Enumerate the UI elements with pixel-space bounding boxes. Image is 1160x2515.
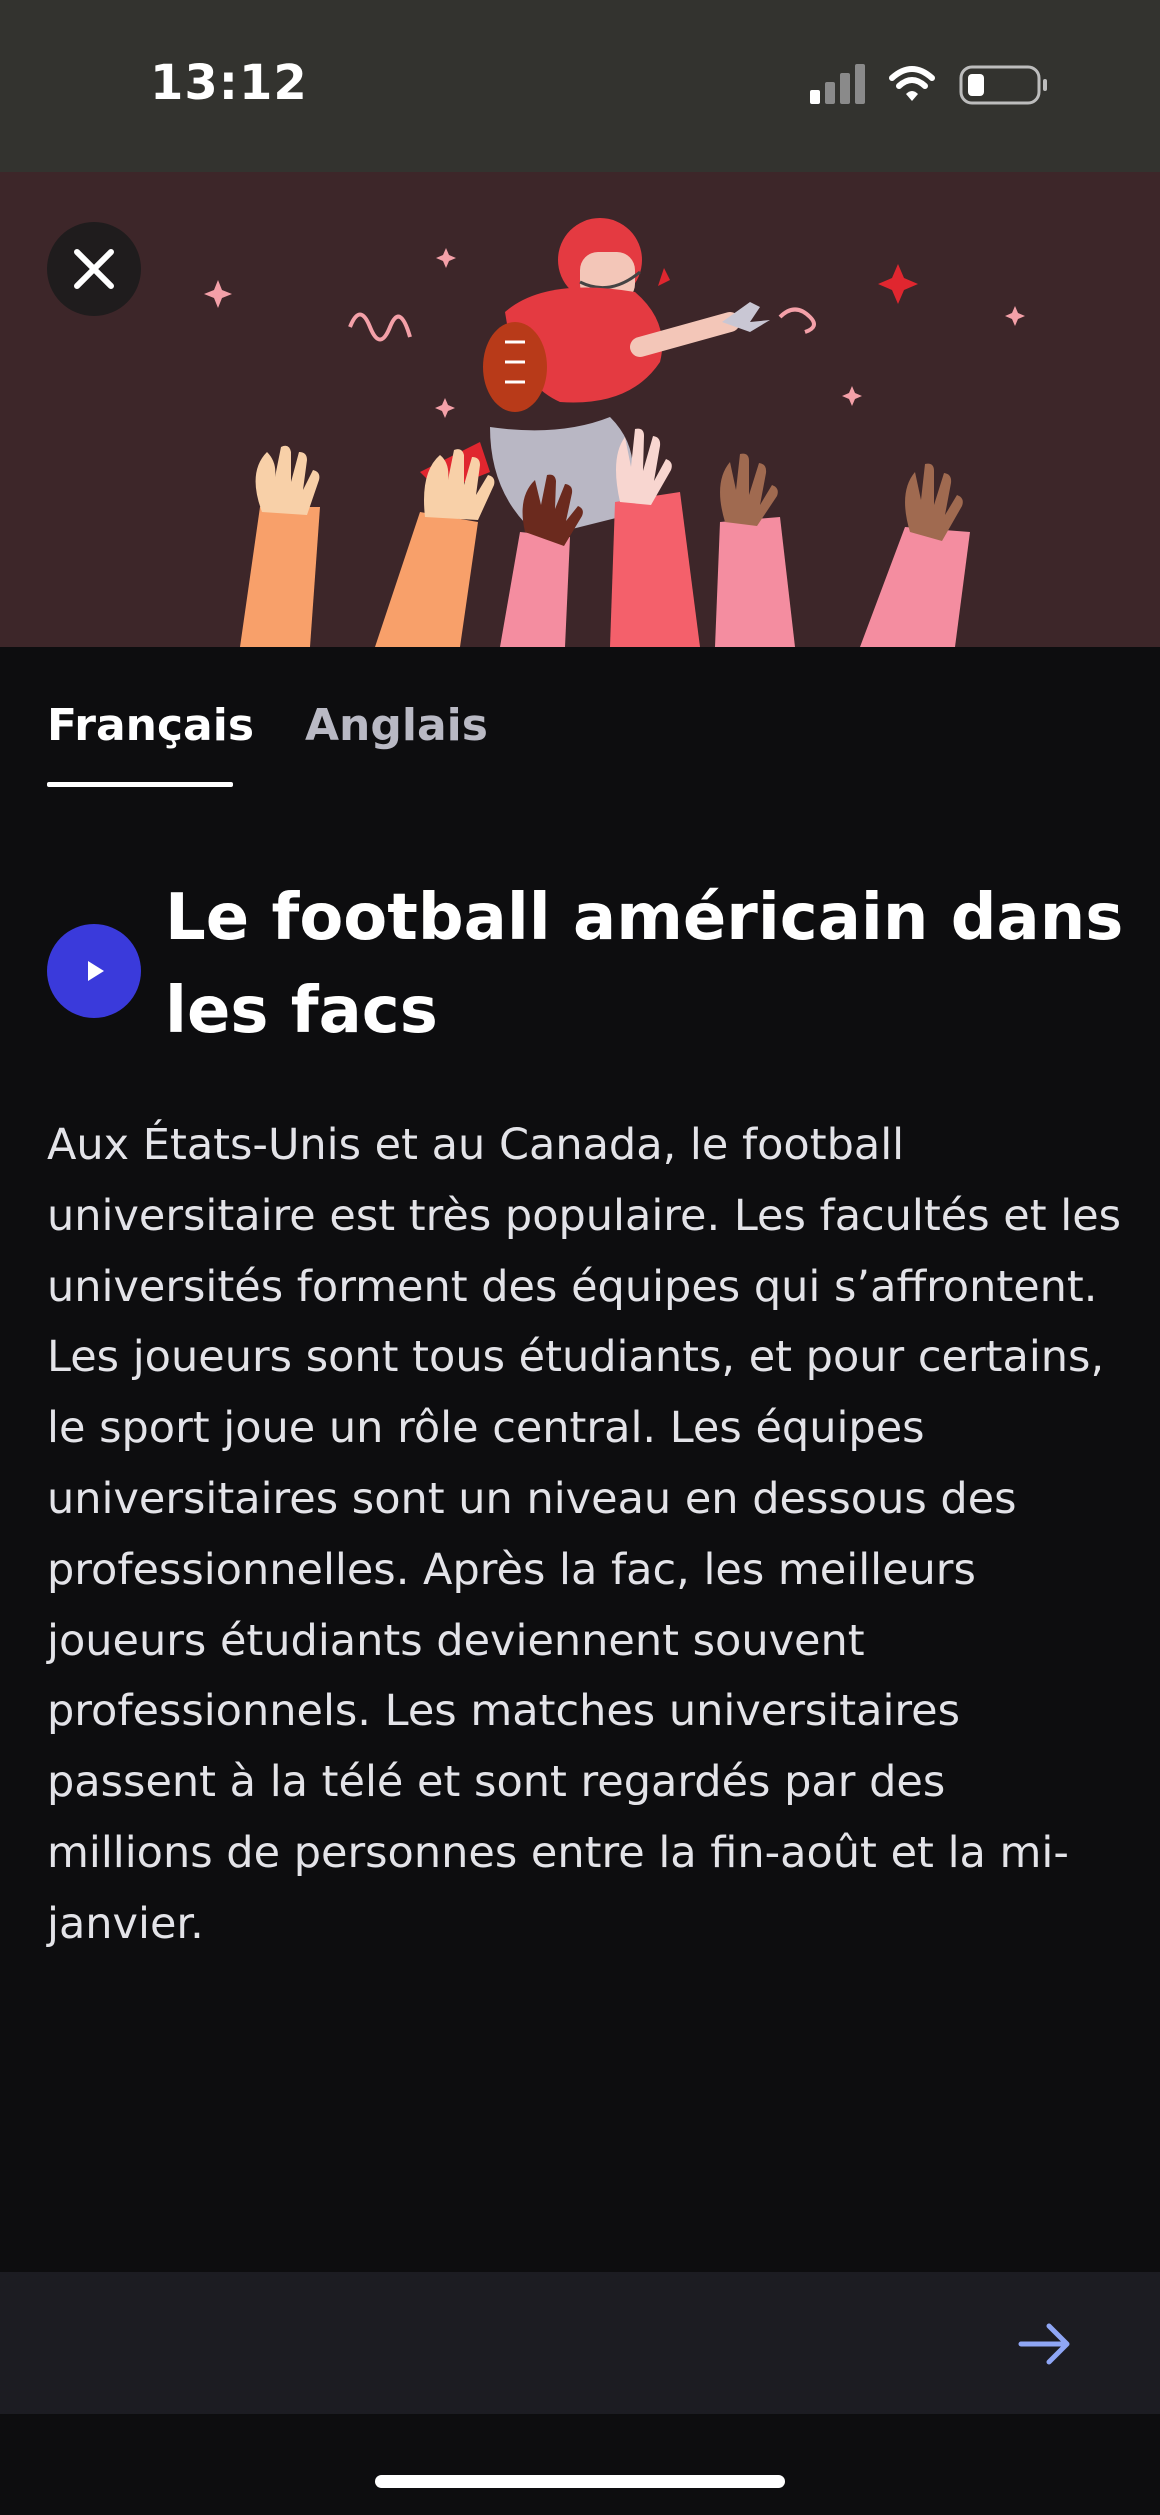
next-button[interactable]	[1015, 2314, 1075, 2374]
battery-icon	[959, 65, 1047, 105]
article-title: Le football américain dans les facs	[165, 881, 1124, 1048]
play-icon	[88, 961, 104, 981]
status-icons	[810, 62, 1070, 110]
wifi-icon	[889, 66, 935, 101]
football-player-illustration	[204, 218, 1025, 647]
article-body: Aux États-Unis et au Canada, le football…	[47, 1120, 1122, 1949]
cellular-signal-icon	[810, 64, 865, 104]
bottom-bar	[0, 2272, 1160, 2414]
home-indicator	[375, 2475, 785, 2488]
arrow-right-icon	[1018, 2323, 1070, 2365]
hero-illustration	[0, 172, 1160, 647]
status-bar: 13:12	[0, 0, 1160, 172]
play-audio-button[interactable]	[47, 924, 141, 1018]
tab-active-indicator	[47, 782, 233, 787]
tab-anglais[interactable]: Anglais	[305, 700, 488, 751]
close-button[interactable]	[47, 222, 141, 316]
close-icon	[74, 249, 114, 289]
tab-francais[interactable]: Français	[47, 700, 254, 751]
status-time: 13:12	[150, 55, 308, 111]
